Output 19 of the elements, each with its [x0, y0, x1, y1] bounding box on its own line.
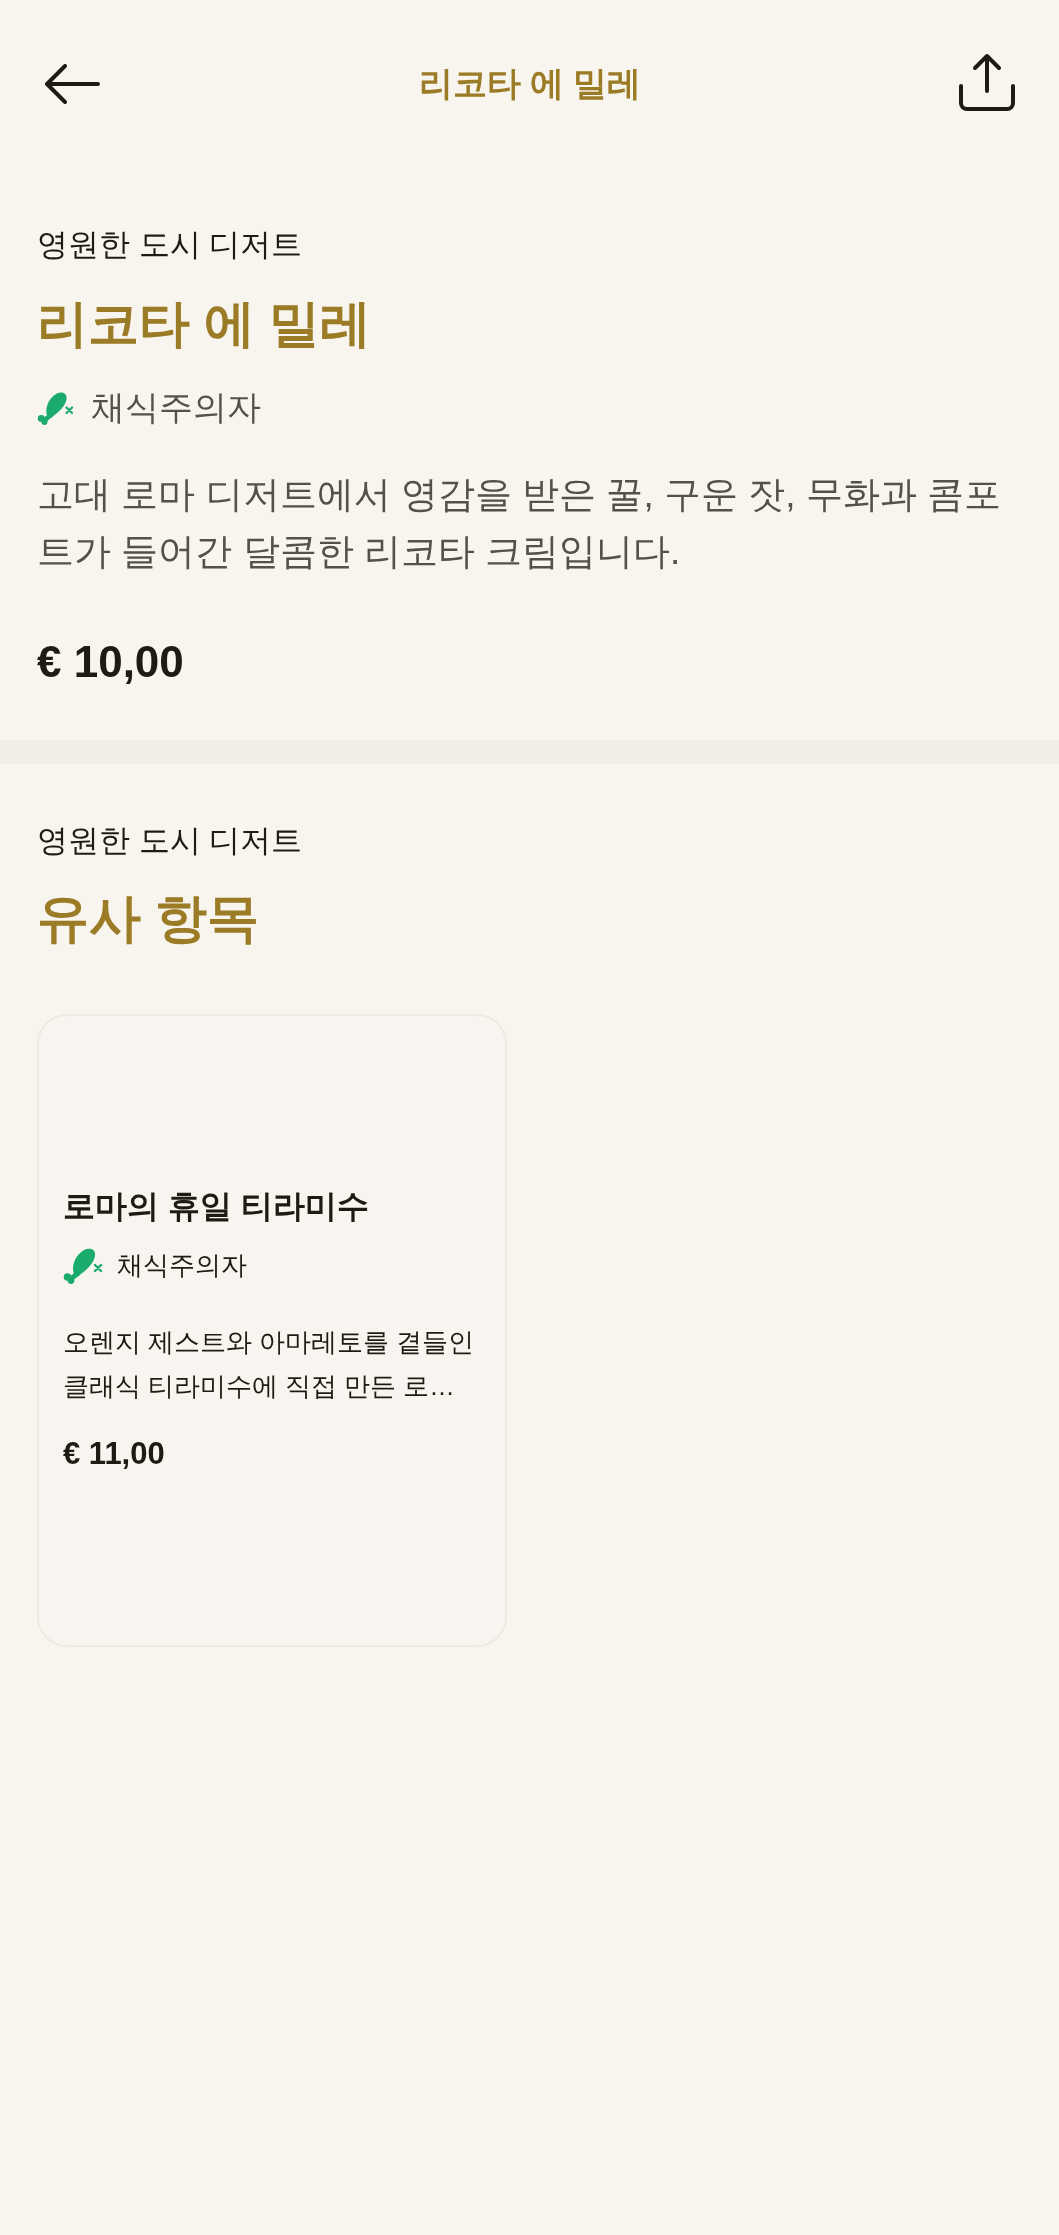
- share-button[interactable]: [958, 52, 1016, 112]
- left-arrow-icon: [44, 63, 100, 104]
- dish-title: 리코타 에 밀레: [37, 294, 372, 354]
- dish-card[interactable]: 로마의 휴일 티라미수 채식주의자 오렌지 제스트와 아마레토를 곁들인 클래식 티라미수에 직접 만든 로… € 11,00: [37, 1014, 507, 1647]
- section-title: 유사 항목: [37, 888, 260, 949]
- diet-label: 채식주의자: [91, 387, 261, 428]
- share-icon: [958, 52, 1016, 112]
- dish-description: 고대 로마 디저트에서 영감을 받은 꿀, 구운 잣, 무화과 콤포트가 들어간 달콤한 리코타 크림입니다.: [37, 473, 1003, 574]
- dish-price: € 10,00: [37, 636, 184, 688]
- category-label: 영원한 도시 디저트: [37, 226, 303, 264]
- header-title: 리코타 에 밀레: [418, 63, 642, 104]
- diet-label: 채식주의자: [117, 1248, 247, 1282]
- drumstick-x-icon: [63, 1246, 103, 1284]
- card-price: € 11,00: [63, 1435, 165, 1473]
- back-button[interactable]: [44, 63, 100, 104]
- card-title: 로마의 휴일 티라미수: [63, 1187, 369, 1226]
- drumstick-x-icon: [37, 391, 74, 425]
- category-label: 영원한 도시 디저트: [37, 822, 303, 860]
- card-description: 오렌지 제스트와 아마레토를 곁들인 클래식 티라미수에 직접 만든 로…: [63, 1327, 476, 1402]
